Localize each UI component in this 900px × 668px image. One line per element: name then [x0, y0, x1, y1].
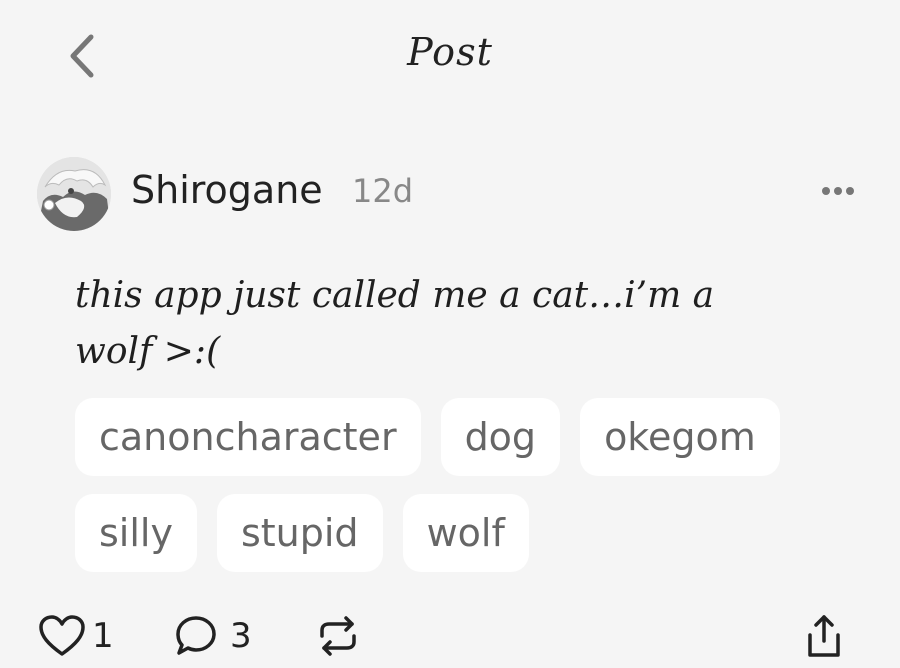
- more-horizontal-icon: [822, 187, 854, 195]
- tag-chip[interactable]: stupid: [216, 494, 383, 572]
- post-body-line: this app just called me a cat…i’m a: [75, 275, 715, 316]
- post-timestamp: 12d: [352, 172, 414, 210]
- comment-button[interactable]: 3: [174, 608, 252, 664]
- avatar[interactable]: [37, 157, 111, 231]
- avatar-image: [37, 157, 111, 231]
- tag-chip[interactable]: silly: [75, 494, 197, 572]
- more-options-button[interactable]: [814, 176, 862, 206]
- page-title: Post: [407, 30, 493, 74]
- share-button[interactable]: [804, 608, 844, 664]
- like-button[interactable]: 1: [38, 608, 114, 664]
- tag-chip[interactable]: wolf: [402, 494, 529, 572]
- tag-list: canoncharacter dog okegom silly stupid w…: [75, 398, 835, 572]
- share-icon: [808, 615, 840, 657]
- post-body-line: wolf >:(: [75, 331, 221, 372]
- tag-chip[interactable]: okegom: [580, 398, 780, 476]
- comment-icon: [176, 616, 216, 655]
- like-count: 1: [92, 616, 114, 656]
- heart-icon: [39, 615, 85, 656]
- repost-icon: [320, 616, 356, 656]
- action-bar: 1 3: [0, 608, 900, 664]
- author-name[interactable]: Shirogane: [131, 168, 323, 212]
- comment-count: 3: [230, 616, 252, 656]
- tag-chip[interactable]: dog: [440, 398, 561, 476]
- post-body: this app just called me a cat…i’m a wolf…: [75, 268, 795, 380]
- repost-button[interactable]: [316, 608, 360, 664]
- tag-chip[interactable]: canoncharacter: [75, 398, 421, 476]
